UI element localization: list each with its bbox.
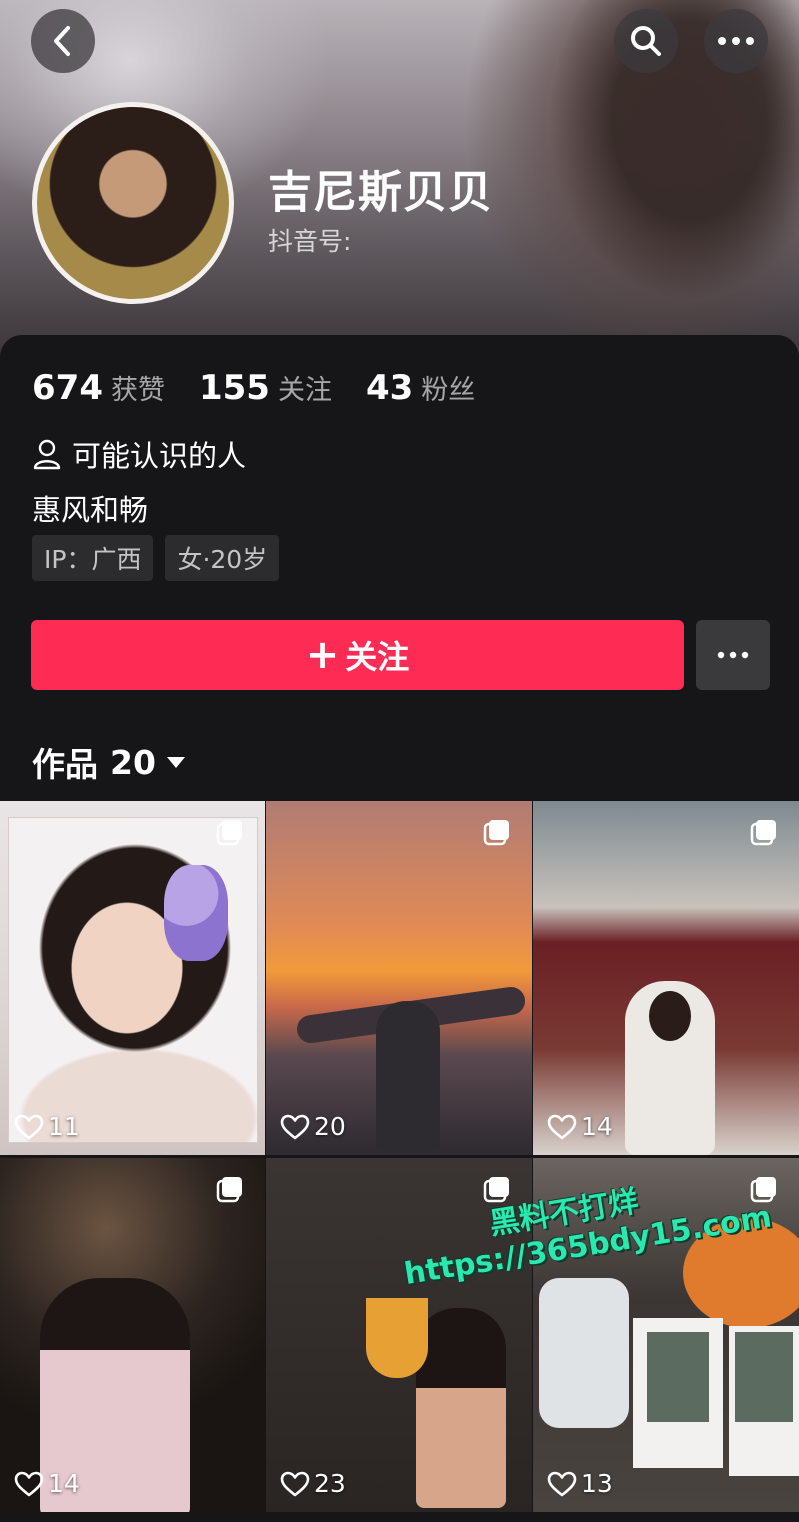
multi-image-icon [483, 820, 509, 846]
like-count: 20 [280, 1112, 346, 1141]
caret-down-icon [166, 757, 185, 768]
like-count-value: 11 [48, 1112, 80, 1141]
video-tile[interactable]: 14 [0, 1158, 265, 1512]
heart-icon [280, 1471, 310, 1496]
tab-works[interactable]: 作品 20 [32, 738, 186, 786]
multi-image-icon [750, 820, 776, 846]
thumbnail-detail [649, 991, 691, 1041]
stat-followers[interactable]: 43 粉丝 [366, 368, 475, 408]
like-count: 11 [14, 1112, 80, 1141]
works-tab-label: 作品 [32, 745, 98, 784]
ip-location-tag: IP：广西 [32, 535, 154, 581]
stat-label: 获赞 [110, 375, 165, 406]
profile-info-card: 674 获赞 155 关注 43 粉丝 可能认识的人 惠风和畅 IP：广西 女·… [0, 335, 799, 805]
works-grid: 11 20 14 14 23 13 [0, 801, 799, 1522]
like-count: 14 [547, 1112, 613, 1141]
heart-icon [547, 1114, 577, 1139]
like-count: 23 [280, 1469, 346, 1498]
video-thumbnail [8, 817, 258, 1143]
like-count: 13 [547, 1469, 613, 1498]
video-tile[interactable]: 14 [533, 801, 799, 1155]
maybe-know-label: 可能认识的人 [72, 439, 247, 473]
profile-nickname: 吉尼斯贝贝 [268, 167, 493, 218]
like-count-value: 14 [581, 1112, 613, 1141]
more-options-button[interactable] [704, 9, 768, 73]
thumbnail-detail [729, 1326, 799, 1476]
video-tile[interactable]: 20 [266, 801, 532, 1155]
douyin-id[interactable]: 抖音号: [268, 222, 351, 258]
maybe-know-link[interactable]: 可能认识的人 [32, 433, 246, 475]
follow-more-button[interactable] [696, 620, 770, 690]
like-count: 14 [14, 1469, 80, 1498]
heart-icon [280, 1114, 310, 1139]
more-dots-icon [717, 651, 749, 659]
profile-bio: 惠风和畅 [32, 493, 149, 527]
chevron-left-icon [54, 26, 70, 56]
search-icon [631, 26, 661, 56]
thumbnail-detail [366, 1298, 428, 1378]
thumbnail-detail [416, 1308, 506, 1508]
follow-button[interactable]: + 关注 [31, 620, 684, 690]
multi-image-icon [216, 1177, 242, 1203]
thumbnail-detail [376, 1001, 440, 1151]
heart-icon [14, 1114, 44, 1139]
heart-icon [547, 1471, 577, 1496]
like-count-value: 14 [48, 1469, 80, 1498]
thumbnail-detail [164, 865, 228, 961]
search-button[interactable] [614, 9, 678, 73]
profile-tags: IP：广西 女·20岁 [32, 535, 291, 581]
thumbnail-detail [633, 1318, 723, 1468]
video-tile[interactable]: 11 [0, 801, 265, 1155]
more-dots-icon [718, 37, 754, 45]
stat-likes[interactable]: 674 获赞 [32, 368, 165, 408]
like-count-value: 20 [314, 1112, 346, 1141]
avatar[interactable] [32, 102, 234, 304]
back-button[interactable] [31, 9, 95, 73]
stat-value: 674 [32, 368, 103, 408]
like-count-value: 13 [581, 1469, 613, 1498]
gender-age-tag: 女·20岁 [165, 535, 280, 581]
profile-stats: 674 获赞 155 关注 43 粉丝 [32, 368, 509, 408]
like-count-value: 23 [314, 1469, 346, 1498]
follow-button-label: 关注 [345, 638, 410, 676]
plus-icon: + [305, 632, 340, 678]
stat-value: 43 [365, 368, 414, 408]
stat-label: 粉丝 [421, 375, 476, 406]
works-tab-count: 20 [110, 742, 156, 782]
multi-image-icon [216, 820, 242, 846]
person-icon [33, 439, 61, 470]
heart-icon [14, 1471, 44, 1496]
stat-label: 关注 [277, 375, 332, 406]
thumbnail-detail [539, 1278, 629, 1428]
stat-following[interactable]: 155 关注 [199, 368, 332, 408]
stat-value: 155 [198, 368, 270, 408]
